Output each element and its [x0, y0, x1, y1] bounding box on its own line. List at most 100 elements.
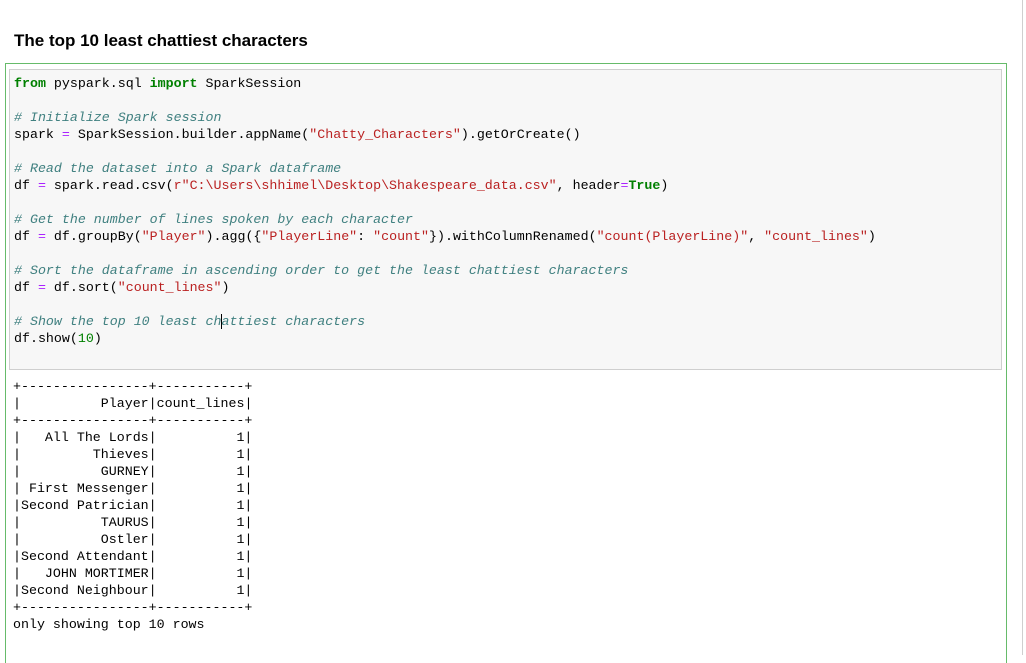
- window-edge: [1022, 0, 1023, 655]
- code-token: =: [37, 178, 46, 193]
- table-row: | JOHN MORTIMER| 1|: [13, 565, 252, 582]
- player-cell: Thieves: [92, 447, 149, 462]
- code-input-area[interactable]: from pyspark.sql import SparkSession # In…: [9, 69, 1002, 370]
- player-cell: Ostler: [100, 532, 149, 547]
- output-footer-line: only showing top 10 rows: [13, 616, 252, 633]
- table-header: | Player|count_lines|: [13, 395, 252, 412]
- table-row: | First Messenger| 1|: [13, 480, 252, 497]
- code-token: =: [37, 280, 46, 295]
- code-line: df = df.groupBy("Player").agg({"PlayerLi…: [14, 228, 876, 245]
- table-border: |: [13, 549, 21, 564]
- code-token: "count(PlayerLine)": [596, 229, 749, 244]
- player-cell: Second Neighbour: [20, 583, 149, 598]
- code-token: "count_lines": [117, 280, 222, 295]
- table-border: |: [148, 566, 237, 581]
- code-line: # Get the number of lines spoken by each…: [14, 211, 876, 228]
- table-border: |: [148, 464, 237, 479]
- table-border: |: [244, 583, 253, 598]
- code-line: # Read the dataset into a Spark datafram…: [14, 160, 876, 177]
- table-row: |Second Attendant| 1|: [13, 548, 252, 565]
- table-border: |: [244, 447, 253, 462]
- table-border: |: [244, 464, 253, 479]
- code-token: ,: [748, 229, 765, 244]
- code-line: # Sort the dataframe in ascending order …: [14, 262, 876, 279]
- code-token: , header: [556, 178, 621, 193]
- player-cell: TAURUS: [100, 515, 149, 530]
- code-token: SparkSession: [197, 76, 302, 91]
- table-border: |: [148, 430, 237, 445]
- code-token: df.groupBy(: [45, 229, 142, 244]
- table-border: |: [148, 515, 237, 530]
- table-border: |: [148, 583, 237, 598]
- table-border: |: [244, 481, 253, 496]
- code-token: }).withColumnRenamed(: [429, 229, 597, 244]
- code-token: # Sort the dataframe in ascending order …: [14, 263, 629, 278]
- code-token: "Player": [141, 229, 206, 244]
- column-header: count_lines: [156, 396, 245, 411]
- table-separator: +----------------+-----------+: [13, 378, 252, 395]
- code-token: True: [628, 178, 661, 193]
- table-border: +----------------+-----------+: [13, 413, 253, 428]
- table-border: |: [148, 481, 237, 496]
- table-border: |: [244, 396, 253, 411]
- code-token: :: [357, 229, 374, 244]
- code-token: # Get the number of lines spoken by each…: [14, 212, 413, 227]
- code-token: df: [14, 229, 38, 244]
- section-heading: The top 10 least chattiest characters: [14, 31, 308, 50]
- code-token: df.show(: [14, 331, 78, 346]
- table-border: |: [244, 532, 253, 547]
- code-line: # Initialize Spark session: [14, 109, 876, 126]
- table-border: |: [13, 515, 101, 530]
- table-border: |: [13, 566, 45, 581]
- table-border: |: [148, 532, 237, 547]
- code-token: df: [14, 178, 38, 193]
- table-row: | Ostler| 1|: [13, 531, 252, 548]
- code-line: from pyspark.sql import SparkSession: [14, 75, 876, 92]
- code-token: SparkSession.builder.appName(: [69, 127, 310, 142]
- code-token: r"C:\Users\shhimel\Desktop\Shakespeare_d…: [173, 178, 557, 193]
- code-token: "Chatty_Characters": [309, 127, 461, 142]
- code-token: pyspark.sql: [45, 76, 150, 91]
- code-token: df.sort(: [45, 280, 118, 295]
- player-cell: GURNEY: [100, 464, 149, 479]
- code-token: df: [14, 280, 38, 295]
- player-cell: First Messenger: [28, 481, 149, 496]
- code-editor[interactable]: from pyspark.sql import SparkSession # In…: [14, 75, 876, 347]
- code-token: 10: [77, 331, 94, 346]
- table-border: |: [13, 583, 21, 598]
- table-border: |: [13, 498, 21, 513]
- code-token: ): [221, 280, 230, 295]
- table-border: |: [13, 464, 101, 479]
- code-token: "count_lines": [764, 229, 868, 244]
- code-token: spark: [14, 127, 62, 142]
- table-separator: +----------------+-----------+: [13, 599, 252, 616]
- code-token: =: [37, 229, 46, 244]
- table-row: | All The Lords| 1|: [13, 429, 252, 446]
- table-border: +----------------+-----------+: [13, 379, 253, 394]
- table-row: |Second Neighbour| 1|: [13, 582, 252, 599]
- table-border: |: [244, 498, 253, 513]
- output-footer: only showing top 10 rows: [13, 617, 205, 632]
- code-line: df.show(10): [14, 330, 876, 347]
- code-token: ): [93, 331, 102, 346]
- code-token: from: [14, 76, 46, 91]
- code-token: attiest characters: [221, 314, 366, 329]
- code-line: df = df.sort("count_lines"): [14, 279, 876, 296]
- table-border: |: [244, 515, 253, 530]
- code-token: ): [867, 229, 876, 244]
- table-separator: +----------------+-----------+: [13, 412, 252, 429]
- table-border: |: [13, 430, 45, 445]
- code-token: =: [61, 127, 70, 142]
- table-border: |: [148, 549, 237, 564]
- table-row: | TAURUS| 1|: [13, 514, 252, 531]
- code-line: df = spark.read.csv(r"C:\Users\shhimel\D…: [14, 177, 876, 194]
- table-border: |: [13, 481, 29, 496]
- code-token: # Initialize Spark session: [14, 110, 222, 125]
- code-token: # Show the top 10 least ch: [14, 314, 222, 329]
- player-cell: Second Attendant: [20, 549, 149, 564]
- column-header: Player: [100, 396, 149, 411]
- table-border: |: [148, 396, 157, 411]
